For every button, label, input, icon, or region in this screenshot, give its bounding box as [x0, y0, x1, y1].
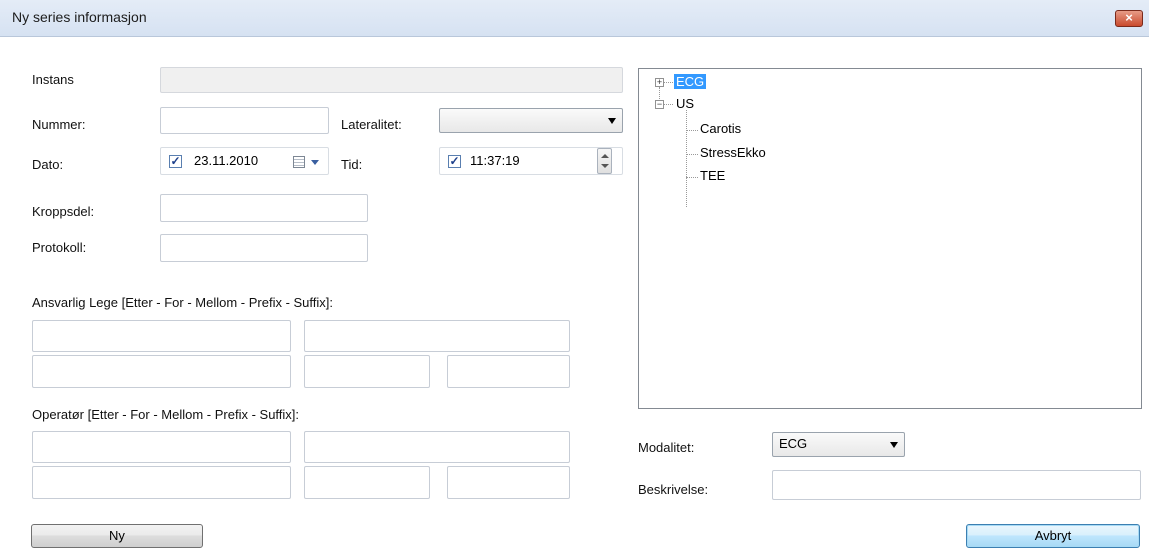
window-title: Ny series informasjon — [12, 9, 147, 25]
dato-label: Dato: — [32, 157, 64, 172]
modalitet-label: Modalitet: — [638, 440, 695, 455]
tree-item-stressekko[interactable]: StressEkko — [700, 145, 766, 160]
avbryt-button[interactable]: Avbryt — [966, 524, 1140, 548]
tree-connector — [686, 110, 687, 207]
dato-value: 23.11.2010 — [194, 153, 259, 168]
series-tree[interactable]: + ECG − US Carotis StressEkko TEE — [638, 68, 1142, 409]
nummer-label: Nummer: — [32, 117, 86, 132]
ansvarlig-etter-field[interactable] — [32, 320, 291, 352]
spin-up-icon[interactable] — [601, 154, 609, 158]
modalitet-value: ECG — [779, 436, 808, 451]
ansvarlig-suffix-field[interactable] — [447, 355, 570, 388]
ansvarlig-lege-label: Ansvarlig Lege [Etter - For - Mellom - P… — [32, 295, 334, 310]
operator-suffix-field[interactable] — [447, 466, 570, 499]
tree-item-carotis[interactable]: Carotis — [700, 121, 741, 136]
protokoll-field[interactable] — [160, 234, 368, 262]
ansvarlig-mellom-field[interactable] — [32, 355, 291, 388]
tree-connector — [686, 177, 698, 178]
spin-down-icon[interactable] — [601, 164, 609, 168]
tree-connector — [686, 130, 698, 131]
protokoll-label: Protokoll: — [32, 240, 87, 255]
tid-picker[interactable]: ✓ 11:37:19 — [439, 147, 623, 175]
tid-checkbox[interactable]: ✓ — [448, 155, 461, 168]
tree-item-us[interactable]: US — [676, 96, 694, 111]
operator-for-field[interactable] — [304, 431, 570, 463]
dato-checkbox[interactable]: ✓ — [169, 155, 182, 168]
title-bar: Ny series informasjon × — [0, 0, 1149, 37]
calendar-icon[interactable] — [293, 156, 305, 168]
tree-connector — [686, 154, 698, 155]
kroppsdel-label: Kroppsdel: — [32, 204, 95, 219]
tree-connector — [664, 82, 673, 83]
operator-etter-field[interactable] — [32, 431, 291, 463]
tid-value: 11:37:19 — [470, 153, 520, 168]
collapse-icon[interactable]: − — [655, 100, 664, 109]
tree-connector — [664, 104, 673, 105]
dialog-body: Instans Nummer: Lateralitet: Dato: ✓ 23.… — [0, 37, 1149, 560]
tree-item-tee[interactable]: TEE — [700, 168, 725, 183]
instans-field — [160, 67, 623, 93]
dato-picker[interactable]: ✓ 23.11.2010 — [160, 147, 329, 175]
modalitet-select[interactable]: ECG — [772, 432, 905, 457]
tree-connector — [659, 87, 660, 99]
close-icon[interactable]: × — [1115, 10, 1143, 27]
chevron-down-icon — [311, 160, 319, 165]
operator-mellom-field[interactable] — [32, 466, 291, 499]
chevron-down-icon — [608, 117, 616, 124]
expand-icon[interactable]: + — [655, 78, 664, 87]
tree-item-ecg[interactable]: ECG — [674, 74, 707, 89]
operator-prefix-field[interactable] — [304, 466, 430, 499]
chevron-down-icon — [890, 441, 898, 448]
operator-label: Operatør [Etter - For - Mellom - Prefix … — [32, 407, 300, 422]
tid-label: Tid: — [341, 157, 363, 172]
beskrivelse-label: Beskrivelse: — [638, 482, 709, 497]
kroppsdel-field[interactable] — [160, 194, 368, 222]
ansvarlig-for-field[interactable] — [304, 320, 570, 352]
time-spinner[interactable] — [597, 148, 612, 174]
beskrivelse-field[interactable] — [772, 470, 1141, 500]
ansvarlig-prefix-field[interactable] — [304, 355, 430, 388]
instans-label: Instans — [32, 72, 74, 87]
lateralitet-label: Lateralitet: — [341, 117, 402, 132]
nummer-field[interactable] — [160, 107, 329, 134]
ny-button[interactable]: Ny — [31, 524, 203, 548]
lateralitet-select[interactable] — [439, 108, 623, 133]
